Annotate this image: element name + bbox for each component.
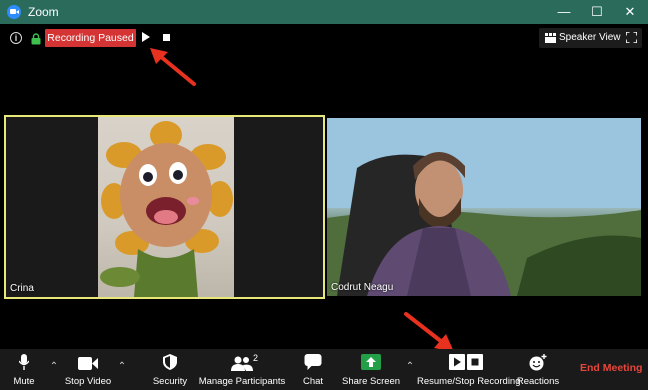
sunflower-plush-image bbox=[100, 121, 233, 297]
video-tile-codrut-neagu[interactable]: Codrut Neagu bbox=[327, 118, 641, 296]
reactions-label: Reactions bbox=[516, 376, 560, 387]
video-camera-icon bbox=[78, 357, 98, 370]
end-meeting-button[interactable]: End Meeting bbox=[580, 362, 642, 374]
mute-button[interactable]: Mute bbox=[2, 349, 46, 390]
resume-stop-recording-button[interactable]: Resume/Stop Recording bbox=[417, 349, 521, 390]
maximize-icon[interactable]: ☐ bbox=[581, 0, 613, 24]
fullscreen-icon[interactable] bbox=[626, 32, 637, 43]
share-screen-button[interactable]: Share Screen bbox=[342, 349, 400, 390]
manage-participants-button[interactable]: 2 Manage Participants bbox=[198, 349, 286, 390]
title-bar: Zoom — ☐ ✕ bbox=[0, 0, 648, 24]
resume-recording-icon[interactable] bbox=[142, 32, 150, 42]
chevron-up-icon[interactable]: ⌃ bbox=[405, 361, 415, 372]
window-title: Zoom bbox=[28, 5, 59, 19]
share-screen-icon bbox=[361, 354, 381, 370]
chat-button[interactable]: Chat bbox=[293, 349, 333, 390]
recording-status-badge: Recording Paused bbox=[45, 29, 136, 47]
security-button[interactable]: Security bbox=[148, 349, 192, 390]
chevron-up-icon[interactable]: ⌃ bbox=[49, 361, 59, 372]
speaker-view-label: Speaker View bbox=[559, 32, 621, 43]
close-icon[interactable]: ✕ bbox=[614, 0, 646, 24]
chat-label: Chat bbox=[302, 376, 324, 387]
annotation-arrow-icon bbox=[404, 312, 454, 352]
mute-label: Mute bbox=[13, 376, 35, 387]
stop-recording-icon[interactable] bbox=[163, 34, 170, 41]
shield-icon bbox=[163, 354, 177, 370]
participants-icon bbox=[231, 356, 253, 371]
video-tile-crina[interactable]: Crina bbox=[4, 115, 325, 299]
minimize-icon[interactable]: — bbox=[548, 0, 580, 24]
participant-name-label: Crina bbox=[10, 283, 34, 294]
view-grid-icon bbox=[545, 33, 556, 43]
recording-label: Resume/Stop Recording bbox=[417, 376, 521, 387]
manage-participants-label: Manage Participants bbox=[198, 376, 286, 387]
emoji-reaction-icon bbox=[529, 354, 547, 371]
participant-video bbox=[327, 118, 641, 296]
chevron-up-icon[interactable]: ⌃ bbox=[117, 361, 127, 372]
stop-video-label: Stop Video bbox=[64, 376, 112, 387]
resume-stop-recording-icon bbox=[449, 354, 483, 370]
participant-name-label: Codrut Neagu bbox=[331, 282, 394, 293]
microphone-icon bbox=[19, 354, 29, 370]
share-screen-label: Share Screen bbox=[342, 376, 401, 387]
reactions-button[interactable]: Reactions bbox=[516, 349, 560, 390]
stop-video-button[interactable]: Stop Video bbox=[62, 349, 114, 390]
encryption-lock-icon[interactable] bbox=[31, 33, 41, 45]
annotation-arrow-icon bbox=[150, 48, 196, 86]
zoom-logo-icon bbox=[7, 5, 21, 19]
meeting-info-icon[interactable]: i bbox=[10, 32, 22, 44]
security-label: Security bbox=[152, 376, 188, 387]
participants-count: 2 bbox=[253, 353, 259, 363]
chat-bubble-icon bbox=[304, 354, 322, 370]
participant-video bbox=[98, 117, 234, 297]
